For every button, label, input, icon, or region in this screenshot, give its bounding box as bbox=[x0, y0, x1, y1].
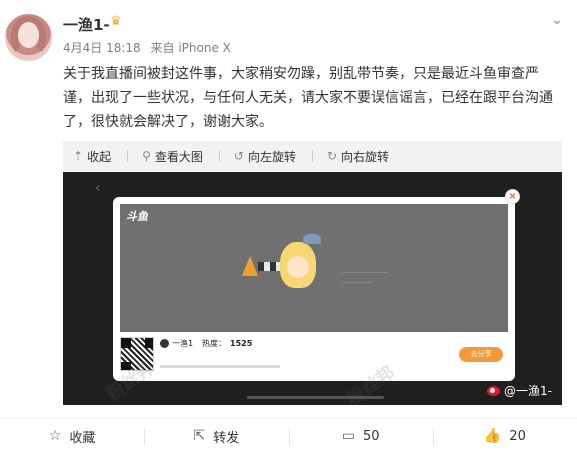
like-count: 20 bbox=[509, 428, 526, 444]
mascot-face bbox=[287, 256, 309, 278]
credit-text: @一渔1- bbox=[504, 384, 552, 398]
rotate-left-label: 向左旋转 bbox=[247, 149, 296, 164]
comment-count: 50 bbox=[362, 428, 380, 444]
repost-icon: ⇱ bbox=[193, 428, 206, 444]
stream-card: 斗鱼 × 一渔1 热度： 1525 去分享 bbox=[113, 189, 520, 381]
rotate-right-icon: ↻ bbox=[326, 149, 338, 163]
collapse-button[interactable]: ⇡ 收起 bbox=[69, 148, 115, 165]
comment-icon: ▭ bbox=[341, 428, 355, 444]
rotate-right-label: 向右旋转 bbox=[341, 149, 390, 164]
post-date[interactable]: 4月4日 18:18 bbox=[63, 41, 141, 55]
offline-message bbox=[342, 261, 388, 283]
username[interactable]: 一渔1- bbox=[63, 14, 110, 35]
crown-icon: ♛ bbox=[110, 14, 122, 29]
post-text: 关于我直播间被封这件事，大家稍安勿躁，别乱带节奏，只是最近斗鱼审查严谨，出现了一… bbox=[63, 66, 553, 130]
view-large-label: 查看大图 bbox=[154, 149, 203, 164]
divider bbox=[127, 150, 129, 162]
rotate-left-icon: ↺ bbox=[233, 149, 244, 163]
rotate-left-button[interactable]: ↺ 向左旋转 bbox=[230, 148, 300, 165]
avatar[interactable] bbox=[5, 14, 52, 61]
image-scrollbar bbox=[247, 396, 384, 399]
weibo-icon bbox=[487, 385, 501, 396]
comment-button[interactable]: ▭ 50 bbox=[288, 428, 433, 446]
douyu-logo: 斗鱼 bbox=[126, 210, 148, 223]
traffic-cone-icon bbox=[242, 256, 258, 276]
thumbs-up-icon: 👍 bbox=[483, 428, 502, 444]
image-toolbar: ⇡ 收起 ⚲ 查看大图 ↺ 向左旋转 ↻ 向右旋转 bbox=[63, 141, 562, 171]
like-button[interactable]: 👍 20 bbox=[432, 428, 577, 446]
avatar-face bbox=[18, 22, 39, 48]
chevron-left-icon[interactable]: ‹ bbox=[95, 180, 101, 196]
close-icon[interactable]: × bbox=[505, 189, 520, 204]
chevron-down-icon[interactable]: ⌄ bbox=[551, 12, 563, 28]
heat-value: 1525 bbox=[230, 339, 253, 348]
star-icon: ☆ bbox=[48, 428, 62, 444]
anchor-avatar bbox=[160, 339, 169, 348]
heat-info: 热度： 1525 bbox=[202, 338, 252, 349]
view-large-button[interactable]: ⚲ 查看大图 bbox=[138, 148, 207, 165]
mascot-hat bbox=[303, 234, 321, 244]
heat-label: 热度： bbox=[202, 339, 226, 348]
search-icon: ⚲ bbox=[142, 149, 151, 163]
post-source: 来自 iPhone X bbox=[150, 41, 231, 55]
post-image[interactable]: ‹ 粉丝邦 粉丝邦 斗鱼 × 一渔1 热度：1525 去分享 粉丝邦 粉丝邦 bbox=[63, 172, 562, 405]
favorite-button[interactable]: ☆ 收藏 bbox=[0, 427, 144, 446]
rotate-right-button[interactable]: ↻ 向右旋转 bbox=[323, 148, 393, 165]
mascot-image bbox=[280, 242, 316, 288]
post-meta: 4月4日 18:18 来自 iPhone X bbox=[63, 39, 237, 56]
divider bbox=[311, 150, 313, 162]
collapse-icon: ⇡ bbox=[73, 149, 84, 163]
stream-video-area: 斗鱼 bbox=[120, 204, 508, 332]
action-bar: ☆ 收藏 ⇱ 转发 ▭ 50 👍 20 bbox=[0, 418, 577, 453]
repost-button[interactable]: ⇱ 转发 bbox=[144, 427, 288, 446]
collapse-label: 收起 bbox=[87, 149, 112, 164]
anchor-name: 一渔1 bbox=[172, 339, 194, 348]
image-credit: @一渔1- bbox=[487, 382, 552, 399]
favorite-label: 收藏 bbox=[69, 430, 96, 446]
divider bbox=[218, 150, 220, 162]
share-button: 去分享 bbox=[459, 347, 503, 362]
room-info bbox=[160, 363, 280, 368]
repost-label: 转发 bbox=[213, 430, 240, 446]
